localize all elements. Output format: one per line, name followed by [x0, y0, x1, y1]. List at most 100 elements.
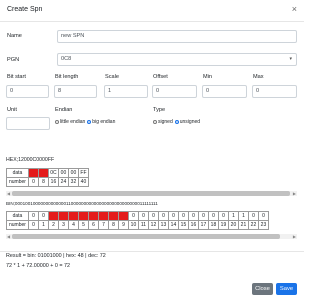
bin-number-cell: 21	[237, 220, 249, 230]
bin-number-cell: 19	[217, 220, 229, 230]
hex-number-cell: 32	[67, 177, 79, 187]
hex-data-row: data 0C 00 00 FF	[6, 168, 89, 178]
bin-data-cell	[77, 211, 89, 221]
unit-input[interactable]	[6, 117, 50, 130]
chevron-down-icon: ▾	[289, 56, 292, 62]
bin-data-cell	[57, 211, 69, 221]
scroll-left-icon[interactable]: ◀	[7, 234, 10, 239]
type-unsigned-label: unsigned	[179, 119, 201, 125]
offset-input[interactable]: 0	[152, 85, 197, 98]
hex-row-label-data: data	[6, 168, 29, 178]
bin-number-cell: 15	[177, 220, 189, 230]
bin-number-cell: 4	[67, 220, 79, 230]
close-icon[interactable]: ×	[292, 5, 297, 14]
unit-label: Unit	[7, 107, 17, 113]
hex-number-cell: 0	[27, 177, 39, 187]
bin-number-cell: 22	[247, 220, 259, 230]
bin-number-cell: 0	[27, 220, 39, 230]
scroll-right-icon[interactable]: ▶	[293, 191, 296, 196]
bin-scrollbar-thumb[interactable]	[12, 234, 280, 239]
scale-input[interactable]: 1	[104, 85, 148, 98]
hex-data-cell	[37, 168, 49, 178]
bin-number-cell: 12	[147, 220, 159, 230]
bin-number-cell: 3	[57, 220, 69, 230]
bin-number-cell: 6	[87, 220, 99, 230]
pgn-select[interactable]: 0C8 ▾	[57, 53, 297, 66]
scale-value: 1	[108, 88, 112, 94]
pgn-label: PGN	[7, 57, 20, 63]
endian-big-option[interactable]: big endian	[87, 119, 115, 125]
max-value: 0	[256, 88, 260, 94]
close-button[interactable]: Close	[252, 283, 273, 295]
hex-row-label-number: number	[6, 177, 29, 187]
bin-table: data 0000000000001100 number 01234567891…	[6, 211, 269, 230]
type-signed-label: signed	[158, 119, 173, 125]
min-input[interactable]: 0	[202, 85, 247, 98]
modal-footer: Close Save	[0, 251, 304, 301]
bit-start-label: Bit start	[7, 74, 26, 80]
max-label: Max	[253, 74, 264, 80]
bin-data-cell: 0	[177, 211, 189, 221]
bin-data-cell: 1	[237, 211, 249, 221]
modal-title: Create Spn	[7, 6, 43, 13]
scroll-right-icon[interactable]: ▶	[293, 234, 296, 239]
endian-radio-group: little endian big endian	[55, 119, 117, 125]
radio-unsigned[interactable]	[174, 120, 179, 124]
radio-signed[interactable]	[153, 120, 157, 124]
bin-data-cell: 0	[247, 211, 259, 221]
bin-data-cell: 0	[147, 211, 159, 221]
bit-start-input[interactable]: 0	[6, 85, 49, 98]
bin-data-cell	[67, 211, 79, 221]
bin-number-cell: 8	[107, 220, 119, 230]
radio-little-endian[interactable]	[55, 120, 59, 124]
bin-data-cell	[107, 211, 119, 221]
bin-number-cell: 23	[257, 220, 269, 230]
endian-little-option[interactable]: little endian	[55, 119, 85, 125]
bin-data-cell: 0	[217, 211, 229, 221]
save-button[interactable]: Save	[276, 283, 297, 295]
bin-data-cell: 0	[187, 211, 199, 221]
bin-number-cell: 18	[207, 220, 219, 230]
bin-data-cell: 0	[207, 211, 219, 221]
hex-number-row: number 0 8 16 24 32 40	[6, 177, 89, 187]
min-value: 0	[206, 88, 210, 94]
name-label: Name	[7, 33, 22, 39]
scroll-left-icon[interactable]: ◀	[7, 191, 10, 196]
min-label: Min	[203, 74, 213, 80]
bin-data-cell: 0	[137, 211, 149, 221]
max-input[interactable]: 0	[252, 85, 297, 98]
hex-table: data 0C 00 00 FF number 0 8 16 24 32 40	[6, 168, 89, 187]
radio-big-endian[interactable]	[87, 120, 92, 124]
bin-number-cell: 2	[47, 220, 59, 230]
hex-text: HEX;12000C0000FF	[6, 157, 55, 163]
bin-scrollbar[interactable]: ◀ ▶	[6, 234, 297, 239]
offset-value: 0	[156, 88, 160, 94]
bin-data-cell: 0	[127, 211, 139, 221]
bit-length-input[interactable]: 8	[54, 85, 97, 98]
bin-number-cell: 17	[197, 220, 209, 230]
bit-start-value: 0	[10, 88, 14, 94]
type-radio-group: signed unsigned	[153, 119, 202, 125]
bin-data-cell	[47, 211, 59, 221]
bin-data-cell: 0	[257, 211, 269, 221]
hex-data-cell: FF	[77, 168, 89, 178]
pgn-select-value: 0C8	[61, 56, 72, 62]
bin-number-cell: 1	[37, 220, 49, 230]
bin-number-cell: 10	[127, 220, 139, 230]
hex-number-cell: 24	[57, 177, 69, 187]
name-input[interactable]: new SPN	[57, 30, 297, 43]
hex-scrollbar[interactable]: ◀ ▶	[6, 191, 297, 196]
bin-data-row: data 0000000000001100	[6, 211, 269, 221]
type-unsigned-option[interactable]: unsigned	[174, 119, 201, 125]
offset-label: Offset	[153, 74, 168, 80]
bin-data-cell: 0	[37, 211, 49, 221]
hex-scrollbar-thumb[interactable]	[12, 191, 290, 196]
bin-data-cell: 0	[27, 211, 39, 221]
bin-number-cell: 16	[187, 220, 199, 230]
bin-number-cell: 9	[117, 220, 129, 230]
bin-data-cell: 1	[227, 211, 239, 221]
hex-number-cell: 40	[77, 177, 89, 187]
hex-number-cell: 16	[47, 177, 59, 187]
type-signed-option[interactable]: signed	[153, 119, 173, 125]
bin-number-cell: 13	[157, 220, 169, 230]
